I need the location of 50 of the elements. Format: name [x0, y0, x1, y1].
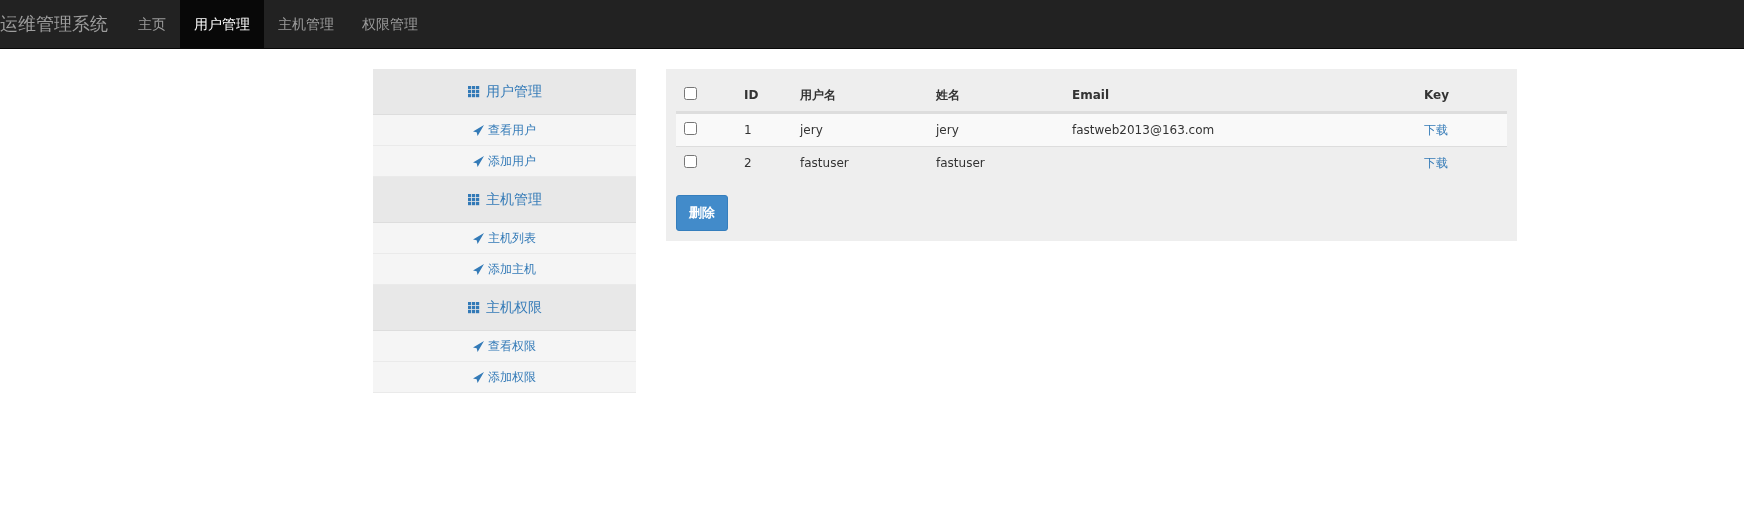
grid-icon [467, 301, 480, 314]
table-cell: fastuser [800, 156, 849, 170]
column-header: 用户名 [799, 86, 837, 104]
table-cell: fastweb2013@163.com [1072, 123, 1215, 137]
sidebar-group-title: 主机权限 [485, 298, 542, 317]
delete-button[interactable]: 删除 [676, 195, 728, 231]
sidebar-item[interactable]: 添加权限 [373, 362, 636, 393]
sidebar-item-label: 查看用户 [488, 121, 536, 139]
sidebar-item[interactable]: 查看用户 [373, 115, 636, 146]
sidebar-item-label: 添加用户 [488, 152, 536, 170]
column-header: Email [1071, 88, 1111, 102]
sidebar-group-header[interactable]: 用户管理 [373, 69, 636, 115]
sidebar-group-title: 主机管理 [485, 190, 542, 209]
row-checkbox[interactable] [684, 155, 697, 168]
table-cell: jery [936, 123, 959, 137]
select-all-checkbox[interactable] [684, 87, 697, 100]
send-icon [473, 124, 484, 136]
nav-link[interactable]: 权限管理 [348, 0, 432, 48]
nav-link[interactable]: 主页 [124, 0, 180, 48]
grid-icon [467, 85, 480, 98]
send-icon [473, 232, 484, 244]
sidebar-item-label: 添加权限 [488, 368, 536, 386]
table-cell: 1 [744, 123, 752, 137]
sidebar-item[interactable]: 主机列表 [373, 223, 636, 254]
send-icon [473, 340, 484, 352]
sidebar-item-label: 主机列表 [488, 229, 536, 247]
send-icon [473, 155, 484, 167]
table-cell: jery [800, 123, 823, 137]
sidebar-group-header[interactable]: 主机管理 [373, 177, 636, 223]
send-icon [473, 371, 484, 383]
send-icon [473, 263, 484, 275]
sidebar-item-label: 添加主机 [488, 260, 536, 278]
column-header: 姓名 [935, 86, 961, 104]
column-header: Key [1423, 88, 1451, 102]
nav-link[interactable]: 主机管理 [264, 0, 348, 48]
sidebar-item-label: 查看权限 [488, 337, 536, 355]
table-cell: fastuser [936, 156, 985, 170]
sidebar-item[interactable]: 添加用户 [373, 146, 636, 177]
download-link[interactable]: 下载 [1424, 122, 1448, 137]
grid-icon [467, 193, 480, 206]
row-checkbox[interactable] [684, 122, 697, 135]
sidebar-group-header[interactable]: 主机权限 [373, 285, 636, 331]
sidebar-group-title: 用户管理 [485, 82, 542, 101]
sidebar-item[interactable]: 查看权限 [373, 331, 636, 362]
column-header: ID [743, 88, 760, 102]
download-link[interactable]: 下载 [1424, 155, 1448, 170]
brand-title[interactable]: 运维管理系统 [0, 0, 108, 48]
nav-link[interactable]: 用户管理 [180, 0, 264, 48]
table-cell: 2 [744, 156, 752, 170]
sidebar-item[interactable]: 添加主机 [373, 254, 636, 285]
